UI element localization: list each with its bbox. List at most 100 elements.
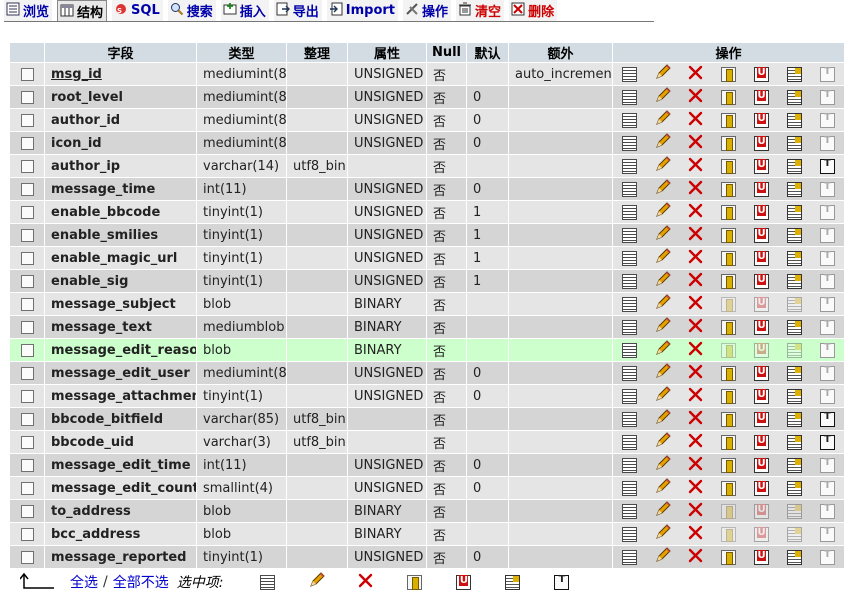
unique-button[interactable] (745, 411, 778, 427)
drop-button[interactable] (679, 479, 712, 498)
change-button[interactable] (646, 155, 679, 177)
tab-insert[interactable]: 插入 (220, 0, 269, 22)
table-row[interactable]: root_level mediumint(8) UNSIGNED 否 0 (10, 86, 844, 108)
drop-button[interactable] (679, 226, 712, 245)
unique-button[interactable] (745, 296, 778, 312)
tab-sql[interactable]: S SQL (112, 0, 163, 22)
unique-button[interactable] (745, 89, 778, 105)
index-button[interactable] (778, 66, 811, 82)
primary-button[interactable] (712, 273, 745, 289)
field-name[interactable]: message_time (45, 178, 196, 200)
drop-button[interactable] (679, 295, 712, 314)
change-button[interactable] (646, 477, 679, 499)
index-button[interactable] (778, 342, 811, 358)
primary-button[interactable] (712, 526, 745, 542)
drop-button[interactable] (679, 387, 712, 406)
row-checkbox[interactable] (20, 113, 34, 127)
fulltext-button[interactable] (811, 411, 844, 427)
table-row[interactable]: message_reported tinyint(1) UNSIGNED 否 0 (10, 546, 844, 568)
index-button[interactable] (778, 296, 811, 312)
change-button[interactable] (646, 408, 679, 430)
drop-button[interactable] (679, 180, 712, 199)
unique-button[interactable] (745, 250, 778, 266)
browse-distinct-button[interactable] (613, 204, 646, 220)
unique-button[interactable] (745, 319, 778, 335)
index-button[interactable] (778, 388, 811, 404)
browse-distinct-button[interactable] (613, 549, 646, 565)
field-name[interactable]: bbcode_bitfield (45, 408, 196, 430)
field-name[interactable]: author_id (45, 109, 196, 131)
unique-button[interactable] (745, 526, 778, 542)
bulk-fulltext-button[interactable] (537, 574, 586, 590)
bulk-index-button[interactable] (488, 574, 537, 590)
change-button[interactable] (646, 500, 679, 522)
row-checkbox[interactable] (20, 274, 34, 288)
fulltext-button[interactable] (811, 89, 844, 105)
drop-button[interactable] (679, 203, 712, 222)
row-checkbox[interactable] (20, 228, 34, 242)
field-name[interactable]: message_text (45, 316, 196, 338)
table-row[interactable]: msg_id mediumint(8) UNSIGNED 否 auto_incremen… (10, 63, 844, 85)
fulltext-button[interactable] (811, 227, 844, 243)
fulltext-button[interactable] (811, 250, 844, 266)
index-button[interactable] (778, 273, 811, 289)
change-button[interactable] (646, 385, 679, 407)
change-button[interactable] (646, 293, 679, 315)
change-button[interactable] (646, 86, 679, 108)
row-checkbox[interactable] (20, 320, 34, 334)
row-checkbox[interactable] (20, 205, 34, 219)
table-row[interactable]: author_ip varchar(14) utf8_bin 否 (10, 155, 844, 177)
fulltext-button[interactable] (811, 158, 844, 174)
drop-button[interactable] (679, 456, 712, 475)
unique-button[interactable] (745, 158, 778, 174)
primary-button[interactable] (712, 66, 745, 82)
primary-button[interactable] (712, 388, 745, 404)
primary-button[interactable] (712, 227, 745, 243)
row-checkbox[interactable] (20, 504, 34, 518)
field-name[interactable]: to_address (45, 500, 196, 522)
table-row[interactable]: enable_smilies tinyint(1) UNSIGNED 否 1 (10, 224, 844, 246)
tab-search[interactable]: 搜索 (167, 0, 216, 22)
fulltext-button[interactable] (811, 549, 844, 565)
unique-button[interactable] (745, 365, 778, 381)
primary-button[interactable] (712, 250, 745, 266)
table-row[interactable]: enable_sig tinyint(1) UNSIGNED 否 1 (10, 270, 844, 292)
index-button[interactable] (778, 181, 811, 197)
uncheck-all-link[interactable]: 全部不选 (113, 572, 169, 592)
browse-distinct-button[interactable] (613, 365, 646, 381)
browse-distinct-button[interactable] (613, 503, 646, 519)
unique-button[interactable] (745, 388, 778, 404)
table-row[interactable]: message_edit_reason blob BINARY 否 (10, 339, 844, 361)
drop-button[interactable] (679, 502, 712, 521)
tab-structure[interactable]: 结构 (57, 0, 108, 22)
primary-button[interactable] (712, 480, 745, 496)
change-button[interactable] (646, 270, 679, 292)
change-button[interactable] (646, 109, 679, 131)
tab-empty[interactable]: 清空 (456, 0, 505, 22)
row-checkbox[interactable] (20, 412, 34, 426)
browse-distinct-button[interactable] (613, 342, 646, 358)
browse-distinct-button[interactable] (613, 112, 646, 128)
bulk-unique-button[interactable] (439, 574, 488, 590)
table-row[interactable]: message_attachment tinyint(1) UNSIGNED 否 0 (10, 385, 844, 407)
tab-import[interactable]: Import (326, 0, 399, 22)
field-name[interactable]: message_reported (45, 546, 196, 568)
row-checkbox[interactable] (20, 366, 34, 380)
fulltext-button[interactable] (811, 204, 844, 220)
row-checkbox[interactable] (20, 389, 34, 403)
tab-export[interactable]: 导出 (273, 0, 322, 22)
browse-distinct-button[interactable] (613, 227, 646, 243)
index-button[interactable] (778, 158, 811, 174)
index-button[interactable] (778, 457, 811, 473)
browse-distinct-button[interactable] (613, 89, 646, 105)
row-checkbox[interactable] (20, 67, 34, 81)
browse-distinct-button[interactable] (613, 273, 646, 289)
change-button[interactable] (646, 224, 679, 246)
fulltext-button[interactable] (811, 319, 844, 335)
fulltext-button[interactable] (811, 434, 844, 450)
row-checkbox[interactable] (20, 527, 34, 541)
browse-distinct-button[interactable] (613, 158, 646, 174)
row-checkbox[interactable] (20, 343, 34, 357)
field-name[interactable]: enable_magic_url (45, 247, 196, 269)
field-name[interactable]: enable_sig (45, 270, 196, 292)
